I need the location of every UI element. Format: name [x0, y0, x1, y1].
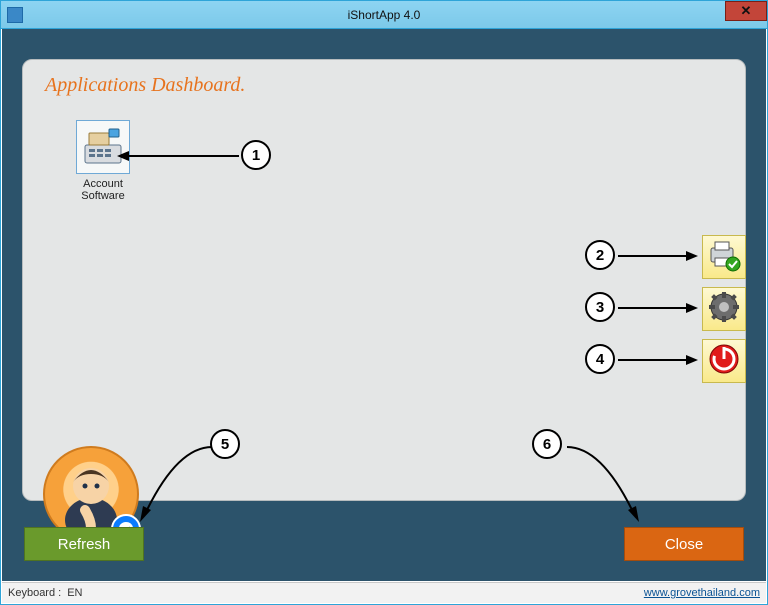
close-icon: ✕ [741, 3, 752, 19]
power-button[interactable] [702, 339, 746, 383]
callout-number-1: 1 [241, 140, 271, 170]
app-label: Account Software [71, 178, 135, 202]
refresh-button[interactable]: Refresh [24, 527, 144, 561]
close-button[interactable]: Close [624, 527, 744, 561]
client-area: Applications Dashboard. Account Software [2, 29, 766, 581]
dashboard-panel: Applications Dashboard. Account Software [22, 59, 746, 501]
close-label: Close [665, 536, 703, 553]
gear-icon [708, 291, 740, 328]
callout-number-2: 2 [585, 240, 615, 270]
keyboard-label: Keyboard : [8, 587, 61, 599]
printer-check-icon [707, 238, 741, 277]
power-icon [708, 343, 740, 380]
callout-arrow-4 [618, 357, 698, 367]
website-link[interactable]: www.grovethailand.com [644, 587, 760, 599]
titlebar[interactable]: iShortApp 4.0 ✕ [1, 1, 767, 29]
printer-status-button[interactable] [702, 235, 746, 279]
callout-arrow-5 [137, 444, 217, 524]
app-window: iShortApp 4.0 ✕ Applications Dashboard. [0, 0, 768, 605]
cash-register-icon [76, 120, 130, 174]
callout-arrow-3 [618, 305, 698, 315]
callout-number-4: 4 [585, 344, 615, 374]
callout-arrow-1 [117, 153, 242, 163]
status-bar: Keyboard : EN www.grovethailand.com [2, 582, 766, 603]
window-title: iShortApp 4.0 [1, 8, 767, 22]
callout-arrow-6 [562, 444, 642, 524]
settings-button[interactable] [702, 287, 746, 331]
refresh-label: Refresh [58, 536, 111, 553]
callout-arrow-2 [618, 253, 698, 263]
window-close-button[interactable]: ✕ [725, 1, 767, 21]
keyboard-value: EN [67, 587, 82, 599]
callout-number-3: 3 [585, 292, 615, 322]
panel-heading: Applications Dashboard. [45, 74, 245, 97]
callout-number-6: 6 [532, 429, 562, 459]
side-button-strip [702, 235, 746, 383]
